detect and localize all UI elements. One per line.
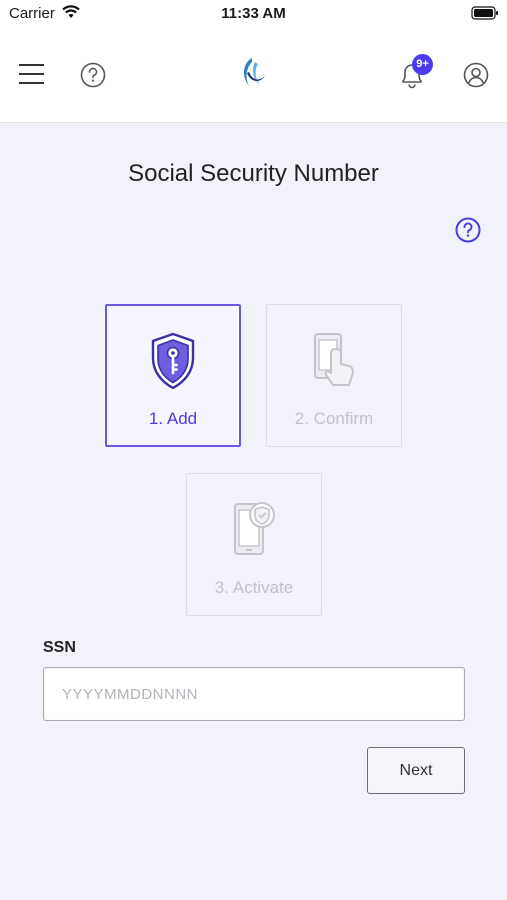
- clock: 11:33 AM: [221, 5, 286, 22]
- battery-icon: [471, 6, 499, 24]
- ssn-input[interactable]: [43, 667, 465, 721]
- shield-key-icon: [107, 332, 239, 395]
- step-add[interactable]: 1. Add: [105, 304, 241, 447]
- page-title: Social Security Number: [128, 160, 379, 187]
- touch-phone-icon: [267, 331, 401, 396]
- step-label-activate: 3. Activate: [214, 578, 294, 597]
- step-label-add: 1. Add: [148, 409, 198, 428]
- phone-shield-icon: [187, 500, 321, 565]
- help-icon[interactable]: [80, 62, 106, 88]
- top-navbar: [0, 28, 507, 123]
- app-logo-icon: [243, 58, 265, 86]
- ssn-label: SSN: [43, 639, 76, 656]
- step-activate: 3. Activate: [186, 473, 322, 616]
- hamburger-menu-icon[interactable]: [19, 63, 45, 85]
- step-label-confirm: 2. Confirm: [294, 409, 374, 428]
- step-confirm: 2. Confirm: [266, 304, 402, 447]
- user-profile-icon[interactable]: [463, 62, 489, 88]
- status-bar: Carrier 11:33 AM: [0, 0, 507, 28]
- help-icon[interactable]: [455, 217, 481, 243]
- next-button[interactable]: Next: [367, 747, 465, 794]
- notification-badge: 9+: [412, 54, 433, 75]
